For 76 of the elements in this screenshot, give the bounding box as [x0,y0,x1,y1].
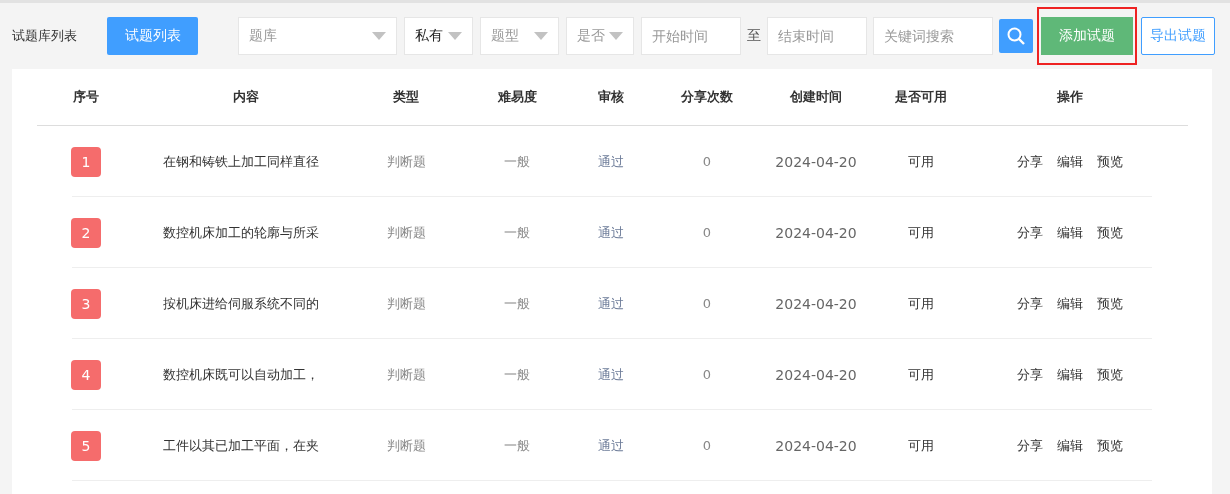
dropdown-caret-icon [448,32,462,40]
column-header: 是否可用 [894,88,948,106]
column-header: 序号 [72,88,100,106]
filter-select[interactable]: 私有 [404,17,473,55]
search-icon [1006,26,1026,46]
index-badge: 3 [71,288,101,319]
table-cell-text: 0 [701,438,713,453]
table-cell-text: 通过 [597,223,625,242]
action-link[interactable]: 编辑 [1057,223,1083,242]
table-cell-text: 通过 [597,152,625,171]
table-cell-text: 可用 [907,436,935,455]
table-cell-text: 2024-04-20 [774,224,858,241]
action-link[interactable]: 预览 [1097,223,1123,242]
action-link[interactable]: 编辑 [1057,365,1083,384]
index-badge: 4 [71,359,101,390]
table-cell-text: 2024-04-20 [774,437,858,454]
table-cell-text: 在钢和铸铁上加工同样直径 [162,152,320,171]
table-cell-text: 工件以其已加工平面，在夹 [162,436,320,455]
index-badge: 1 [71,146,101,177]
table-cell-text: 判断题 [385,152,427,171]
column-header: 操作 [1056,88,1084,106]
index-badge: 5 [71,430,101,461]
table-cell-text: 数控机床既可以自动加工， [162,365,320,384]
column-header: 内容 [232,88,260,106]
table-cell-text: 2024-04-20 [774,153,858,170]
filter-input[interactable]: 关键词搜索 [873,17,993,55]
range-separator: 至 [747,27,761,45]
table-cell-text: 判断题 [385,436,427,455]
column-header: 审核 [597,88,625,106]
action-link[interactable]: 编辑 [1057,294,1083,313]
table-cell-text: 一般 [503,223,531,242]
table-cell-text: 可用 [907,294,935,313]
table-cell-text: 0 [701,367,713,382]
action-link[interactable]: 分享 [1017,436,1043,455]
column-header: 分享次数 [680,88,734,106]
page-title: 试题库列表 [12,27,78,45]
action-link[interactable]: 分享 [1017,223,1043,242]
table-cell-text: 通过 [597,365,625,384]
table-cell-text: 一般 [503,365,531,384]
table-cell-text: 判断题 [385,365,427,384]
table-cell-text: 可用 [907,365,935,384]
action-link[interactable]: 预览 [1097,365,1123,384]
dropdown-caret-icon [534,32,548,40]
column-header: 创建时间 [789,88,843,106]
filter-input[interactable]: 结束时间 [767,17,867,55]
table-cell-text: 通过 [597,294,625,313]
table-cell-text: 0 [701,225,713,240]
action-link[interactable]: 分享 [1017,294,1043,313]
table-cell-text: 一般 [503,294,531,313]
table-cell-text: 0 [701,296,713,311]
dropdown-caret-icon [372,32,386,40]
table-cell-text: 数控机床加工的轮廓与所采 [162,223,320,242]
table-cell-text: 一般 [503,152,531,171]
column-header: 类型 [392,88,420,106]
table-cell-text: 按机床进给伺服系统不同的 [162,294,320,313]
table-cell-text: 一般 [503,436,531,455]
index-badge: 2 [71,217,101,248]
action-link[interactable]: 分享 [1017,152,1043,171]
filter-input[interactable]: 开始时间 [641,17,741,55]
action-link[interactable]: 预览 [1097,152,1123,171]
action-link[interactable]: 编辑 [1057,152,1083,171]
action-link[interactable]: 分享 [1017,365,1043,384]
table-cell-text: 0 [701,154,713,169]
column-header: 难易度 [496,88,538,106]
action-link[interactable]: 编辑 [1057,436,1083,455]
action-link[interactable]: 预览 [1097,294,1123,313]
dropdown-caret-icon [609,32,623,40]
table-cell-text: 可用 [907,152,935,171]
table-cell-text: 可用 [907,223,935,242]
table-cell-text: 判断题 [385,294,427,313]
action-link[interactable]: 预览 [1097,436,1123,455]
table-cell-text: 通过 [597,436,625,455]
table-cell-text: 2024-04-20 [774,366,858,383]
search-button[interactable] [999,19,1033,53]
table-cell-text: 判断题 [385,223,427,242]
table-cell-text: 2024-04-20 [774,295,858,312]
